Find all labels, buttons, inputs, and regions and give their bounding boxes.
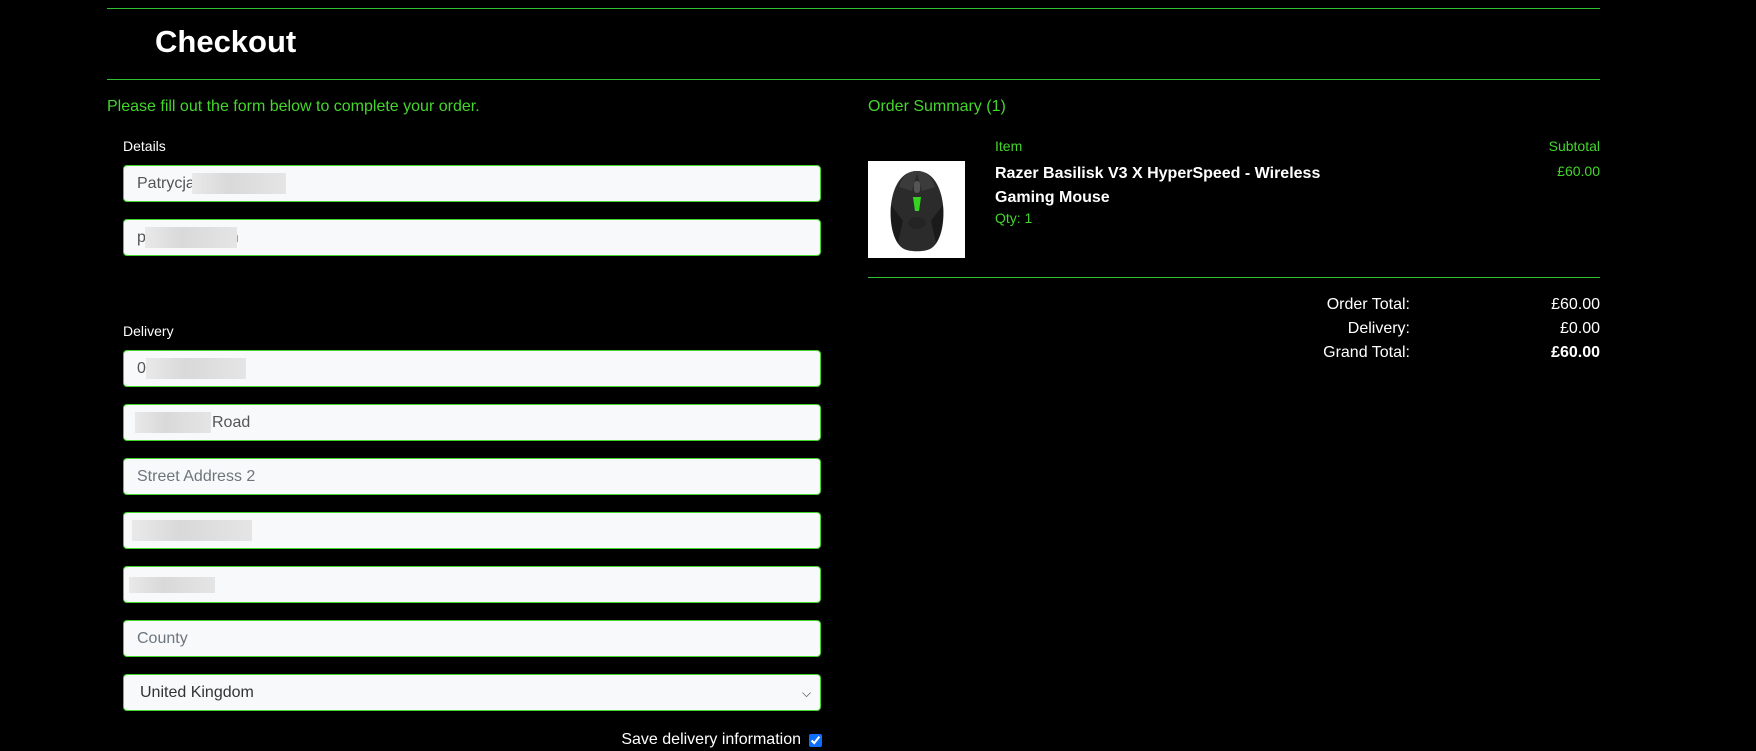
phone-input[interactable]	[123, 350, 821, 387]
top-divider	[107, 8, 1600, 9]
order-summary-title: Order Summary (1)	[868, 98, 1006, 115]
country-select[interactable]: United Kingdom	[123, 674, 821, 711]
product-subtotal: £60.00	[1557, 163, 1600, 179]
county-input[interactable]	[123, 620, 821, 657]
save-delivery-checkbox[interactable]	[809, 733, 822, 747]
delivery-label: Delivery	[123, 323, 174, 339]
product-image[interactable]	[868, 161, 965, 258]
product-qty: Qty: 1	[995, 210, 1033, 226]
postcode-input[interactable]	[123, 566, 821, 603]
save-delivery-label: Save delivery information	[621, 731, 801, 748]
grand-total-label: Grand Total:	[1323, 344, 1410, 361]
checkout-page: Checkout Please fill out the form below …	[0, 0, 1756, 751]
order-total-value: £60.00	[1551, 296, 1600, 313]
subtotal-column-header: Subtotal	[1548, 138, 1600, 154]
form-intro: Please fill out the form below to comple…	[107, 98, 480, 115]
order-total-label: Order Total:	[1326, 296, 1410, 313]
street-address-1-input[interactable]	[123, 404, 821, 441]
summary-divider	[868, 277, 1600, 278]
gaming-mouse-icon	[890, 171, 944, 252]
item-column-header: Item	[995, 138, 1023, 154]
save-delivery-row[interactable]: Save delivery information	[621, 731, 822, 749]
page-title: Checkout	[155, 24, 297, 59]
delivery-cost-value: £0.00	[1559, 320, 1600, 337]
delivery-cost-label: Delivery:	[1347, 320, 1410, 337]
grand-total-value: £60.00	[1551, 344, 1600, 361]
order-totals: Order Total: £60.00 Delivery: £0.00 Gran…	[1200, 296, 1600, 368]
product-name[interactable]: Razer Basilisk V3 X HyperSpeed - Wireles…	[995, 162, 1375, 210]
full-name-input[interactable]	[123, 165, 821, 202]
street-address-2-input[interactable]	[123, 458, 821, 495]
details-label: Details	[123, 138, 166, 154]
town-input[interactable]	[123, 512, 821, 549]
header-divider	[107, 79, 1600, 80]
email-input[interactable]	[123, 219, 821, 256]
